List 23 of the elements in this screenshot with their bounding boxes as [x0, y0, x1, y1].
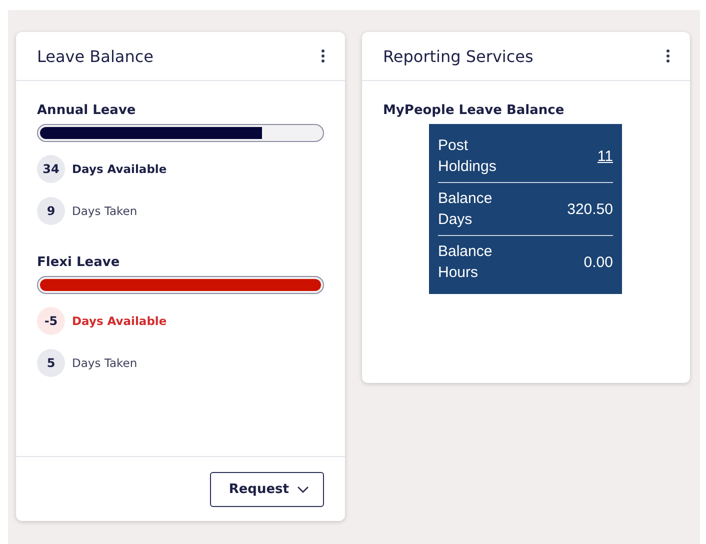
stat-label: Days Available — [72, 162, 167, 176]
stat-label: Days Available — [72, 314, 167, 328]
value-link[interactable]: 11 — [597, 146, 613, 166]
row-label: Balance Hours — [438, 242, 494, 283]
report-title: MyPeople Leave Balance — [383, 103, 566, 118]
count-badge: 9 — [37, 197, 65, 225]
card-title: Leave Balance — [37, 46, 154, 66]
row-label: Balance Days — [438, 189, 494, 230]
count-badge: -5 — [37, 307, 65, 335]
count-badge: 5 — [37, 349, 65, 377]
leave-type-label: Flexi Leave — [37, 255, 121, 270]
stat-label: Days Taken — [72, 204, 138, 218]
more-icon[interactable] — [666, 49, 670, 63]
chevron-down-icon — [297, 486, 309, 492]
card-title: Reporting Services — [383, 46, 534, 66]
leave-type-label: Annual Leave — [37, 103, 137, 118]
more-icon[interactable] — [321, 49, 325, 63]
stat-label: Days Taken — [72, 356, 138, 370]
row-value: 320.50 — [567, 200, 613, 220]
request-button[interactable]: Request — [210, 472, 324, 506]
count-badge: 34 — [37, 155, 65, 183]
row-value: 0.00 — [584, 252, 613, 272]
row-label: Post Holdings — [438, 136, 498, 177]
